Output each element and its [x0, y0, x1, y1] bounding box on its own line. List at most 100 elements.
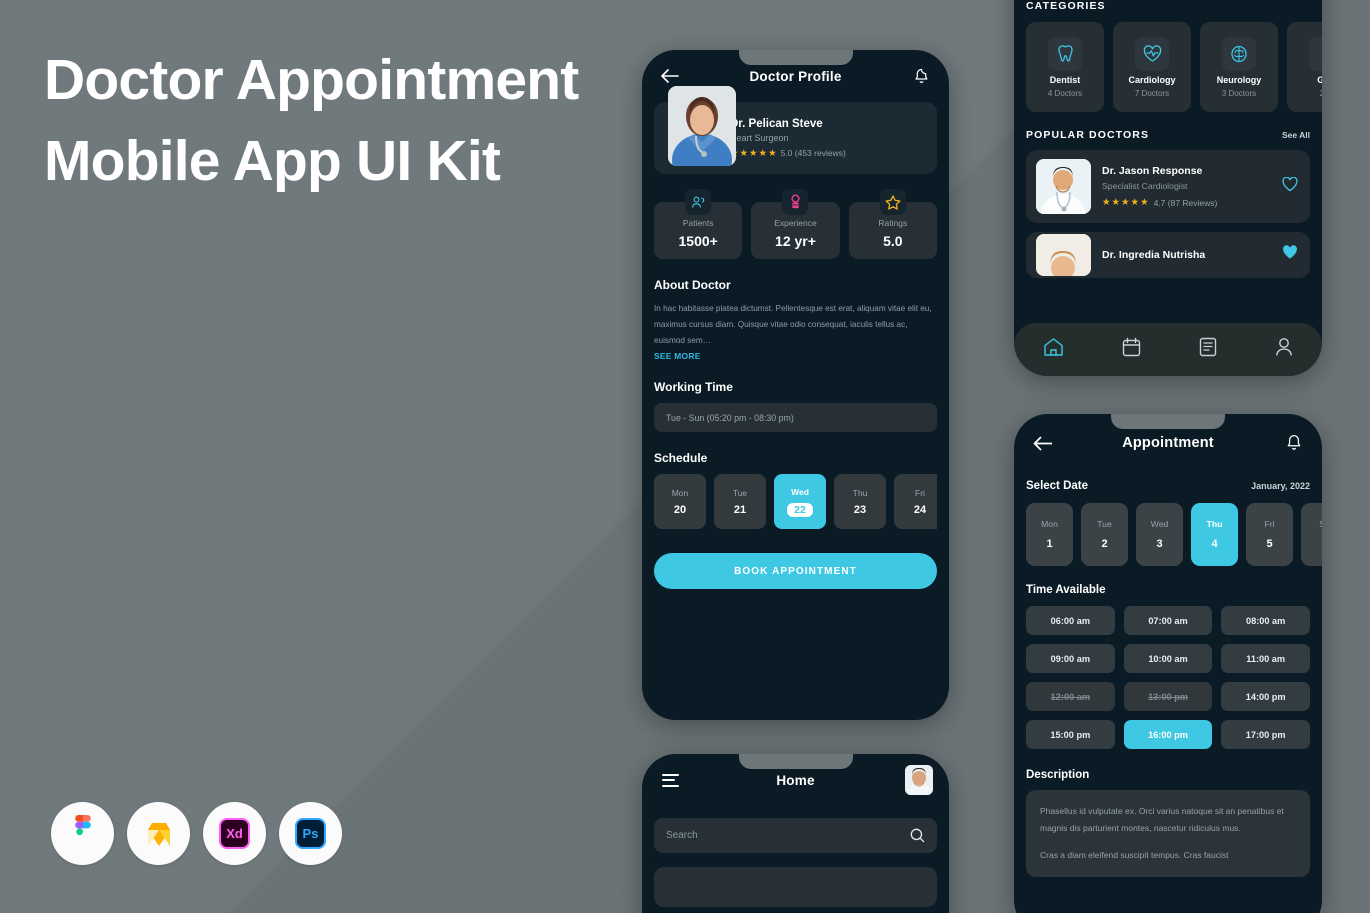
star-rating-icon: ★★★★★ — [730, 147, 778, 159]
list-icon — [1199, 337, 1217, 357]
doctor-list-item[interactable]: Dr. Jason Response Specialist Cardiologi… — [1026, 150, 1310, 223]
schedule-weekday: Mon — [671, 487, 689, 498]
time-slot[interactable]: 08:00 am — [1221, 606, 1310, 635]
category-card-neurology[interactable]: Neurology 3 Doctors — [1200, 22, 1278, 112]
patients-icon — [685, 189, 712, 215]
figma-badge[interactable] — [51, 802, 114, 865]
date-cell[interactable]: Wed 3 — [1136, 503, 1183, 566]
calendar-icon — [1122, 337, 1141, 357]
arrow-left-icon — [661, 69, 679, 83]
time-slot[interactable]: 11:00 am — [1221, 644, 1310, 673]
doctor-stats: Patients 1500+ Experience 12 yr+ Ratings… — [654, 189, 937, 259]
date-cell[interactable]: Tue 2 — [1081, 503, 1128, 566]
doctor-specialty: Specialist Cardiologist — [1102, 181, 1188, 191]
search-icon[interactable] — [910, 828, 925, 843]
adobe-xd-badge[interactable]: Xd — [203, 802, 266, 865]
category-name: Gyn — [1317, 74, 1322, 85]
search-input[interactable]: Search — [666, 830, 910, 841]
time-slot-disabled: 13:00 pm — [1123, 682, 1213, 711]
date-weekday: Sa — [1319, 519, 1322, 529]
menu-button[interactable] — [658, 768, 682, 792]
schedule-day[interactable]: Mon 20 — [654, 474, 706, 530]
see-more-link[interactable]: SEE MORE — [654, 351, 937, 361]
tab-home[interactable] — [1043, 337, 1064, 362]
arrow-left-icon — [1033, 436, 1052, 450]
category-name: Cardiology — [1128, 74, 1176, 85]
home-icon — [1044, 338, 1063, 356]
stat-label: Experience — [774, 218, 817, 228]
date-cell[interactable]: Sa 6 — [1301, 503, 1322, 566]
search-bar[interactable]: Search — [654, 818, 937, 853]
time-slot[interactable]: 09:00 am — [1026, 644, 1115, 673]
time-slot[interactable]: 15:00 pm — [1026, 720, 1115, 749]
time-available-header: Time Available — [1026, 584, 1310, 596]
schedule-day[interactable]: Thu 23 — [834, 474, 886, 530]
date-cell[interactable]: Fri 5 — [1246, 503, 1293, 566]
screen-title: Doctor Profile — [749, 68, 842, 84]
user-avatar-icon — [905, 765, 933, 795]
category-card-cardiology[interactable]: Cardiology 7 Doctors — [1113, 22, 1191, 112]
see-all-link[interactable]: See All — [1282, 130, 1310, 140]
tooth-icon — [1048, 36, 1082, 71]
gyn-icon — [1309, 36, 1322, 71]
date-daynum: 4 — [1211, 537, 1218, 550]
doctor-hero-card[interactable]: Dr. Pelican Steve Heart Surgeon ★★★★★ 5.… — [654, 86, 937, 174]
star-rating-icon: ★★★★★ — [1102, 197, 1150, 208]
schedule-daynum: 22 — [787, 502, 813, 517]
time-slot[interactable]: 07:00 am — [1123, 606, 1213, 635]
doctor-specialty: Heart Surgeon — [730, 132, 789, 143]
date-weekday: Tue — [1097, 519, 1112, 530]
doctor-portrait — [1036, 159, 1091, 214]
schedule-weekday: Thu — [852, 487, 868, 498]
schedule-day[interactable]: Tue 21 — [714, 474, 766, 530]
time-slot-grid[interactable]: 06:00 am 07:00 am 08:00 am 09:00 am 10:0… — [1026, 606, 1310, 749]
time-slot[interactable]: 06:00 am — [1026, 606, 1115, 635]
schedule-weekday: Fri — [915, 487, 925, 498]
schedule-weekday: Tue — [732, 487, 748, 498]
date-daynum: 1 — [1046, 537, 1053, 550]
time-slot[interactable]: 14:00 pm — [1221, 682, 1310, 711]
heart-filled-icon — [1283, 245, 1297, 259]
notification-button[interactable] — [1282, 431, 1306, 455]
category-card-dentist[interactable]: Dentist 4 Doctors — [1026, 22, 1104, 112]
schedule-day-list[interactable]: Mon 20 Tue 21 Wed 22 Thu 23 Fri 24 Sat 2… — [654, 474, 937, 530]
time-slot-selected[interactable]: 16:00 pm — [1123, 720, 1213, 749]
headline-line-1: Doctor Appointment — [44, 48, 579, 112]
time-slot[interactable]: 10:00 am — [1123, 644, 1213, 673]
working-time-value: Tue - Sun (05:20 pm - 08:30 pm) — [654, 403, 937, 433]
stat-experience: Experience 12 yr+ — [751, 189, 840, 259]
description-label: Description — [1026, 769, 1090, 781]
tab-records[interactable] — [1199, 337, 1217, 362]
favorite-button[interactable] — [1282, 176, 1298, 197]
about-doctor-text: In hac habitasse platea dictumst. Pellen… — [654, 304, 932, 345]
schedule-day[interactable]: Fri 24 — [894, 474, 937, 530]
date-cell-selected[interactable]: Thu 4 — [1191, 503, 1238, 566]
date-cell[interactable]: Mon 1 — [1026, 503, 1073, 566]
time-slot[interactable]: 17:00 pm — [1221, 720, 1310, 749]
category-card-gyn[interactable]: Gyn 2 D — [1287, 22, 1322, 112]
back-button[interactable] — [1030, 431, 1054, 455]
date-picker[interactable]: Mon 1 Tue 2 Wed 3 Thu 4 Fri 5 Sa 6 — [1026, 503, 1322, 566]
doctor-info: Dr. Jason Response Specialist Cardiologi… — [1102, 165, 1271, 208]
date-weekday: Wed — [1150, 519, 1169, 530]
photoshop-badge[interactable]: Ps — [279, 802, 342, 865]
book-appointment-button[interactable]: BOOK APPOINTMENT — [654, 553, 937, 590]
schedule-day-selected[interactable]: Wed 22 — [774, 474, 826, 530]
about-doctor-title: About Doctor — [654, 278, 731, 292]
date-daynum: 5 — [1266, 537, 1273, 550]
sketch-badge[interactable] — [127, 802, 190, 865]
tab-calendar[interactable] — [1122, 337, 1141, 362]
category-list[interactable]: Dentist 4 Doctors Cardiology 7 Doctors N… — [1026, 22, 1322, 112]
home-phone: Home Search — [642, 754, 949, 913]
description-box: Phasellus id vulputate ex. Orci varius n… — [1026, 790, 1310, 877]
phone-notch — [738, 754, 853, 769]
notification-button[interactable] — [909, 64, 933, 88]
doctor-list-item[interactable]: Dr. Ingredia Nutrisha — [1026, 232, 1310, 278]
doctor-hero-info: Dr. Pelican Steve Heart Surgeon ★★★★★ 5.… — [730, 118, 846, 159]
back-button[interactable] — [658, 64, 682, 88]
bottom-tab-bar[interactable] — [1014, 323, 1322, 376]
avatar[interactable] — [905, 765, 933, 795]
favorite-button[interactable] — [1282, 245, 1298, 265]
star-icon — [879, 189, 906, 215]
tab-profile[interactable] — [1275, 337, 1293, 362]
